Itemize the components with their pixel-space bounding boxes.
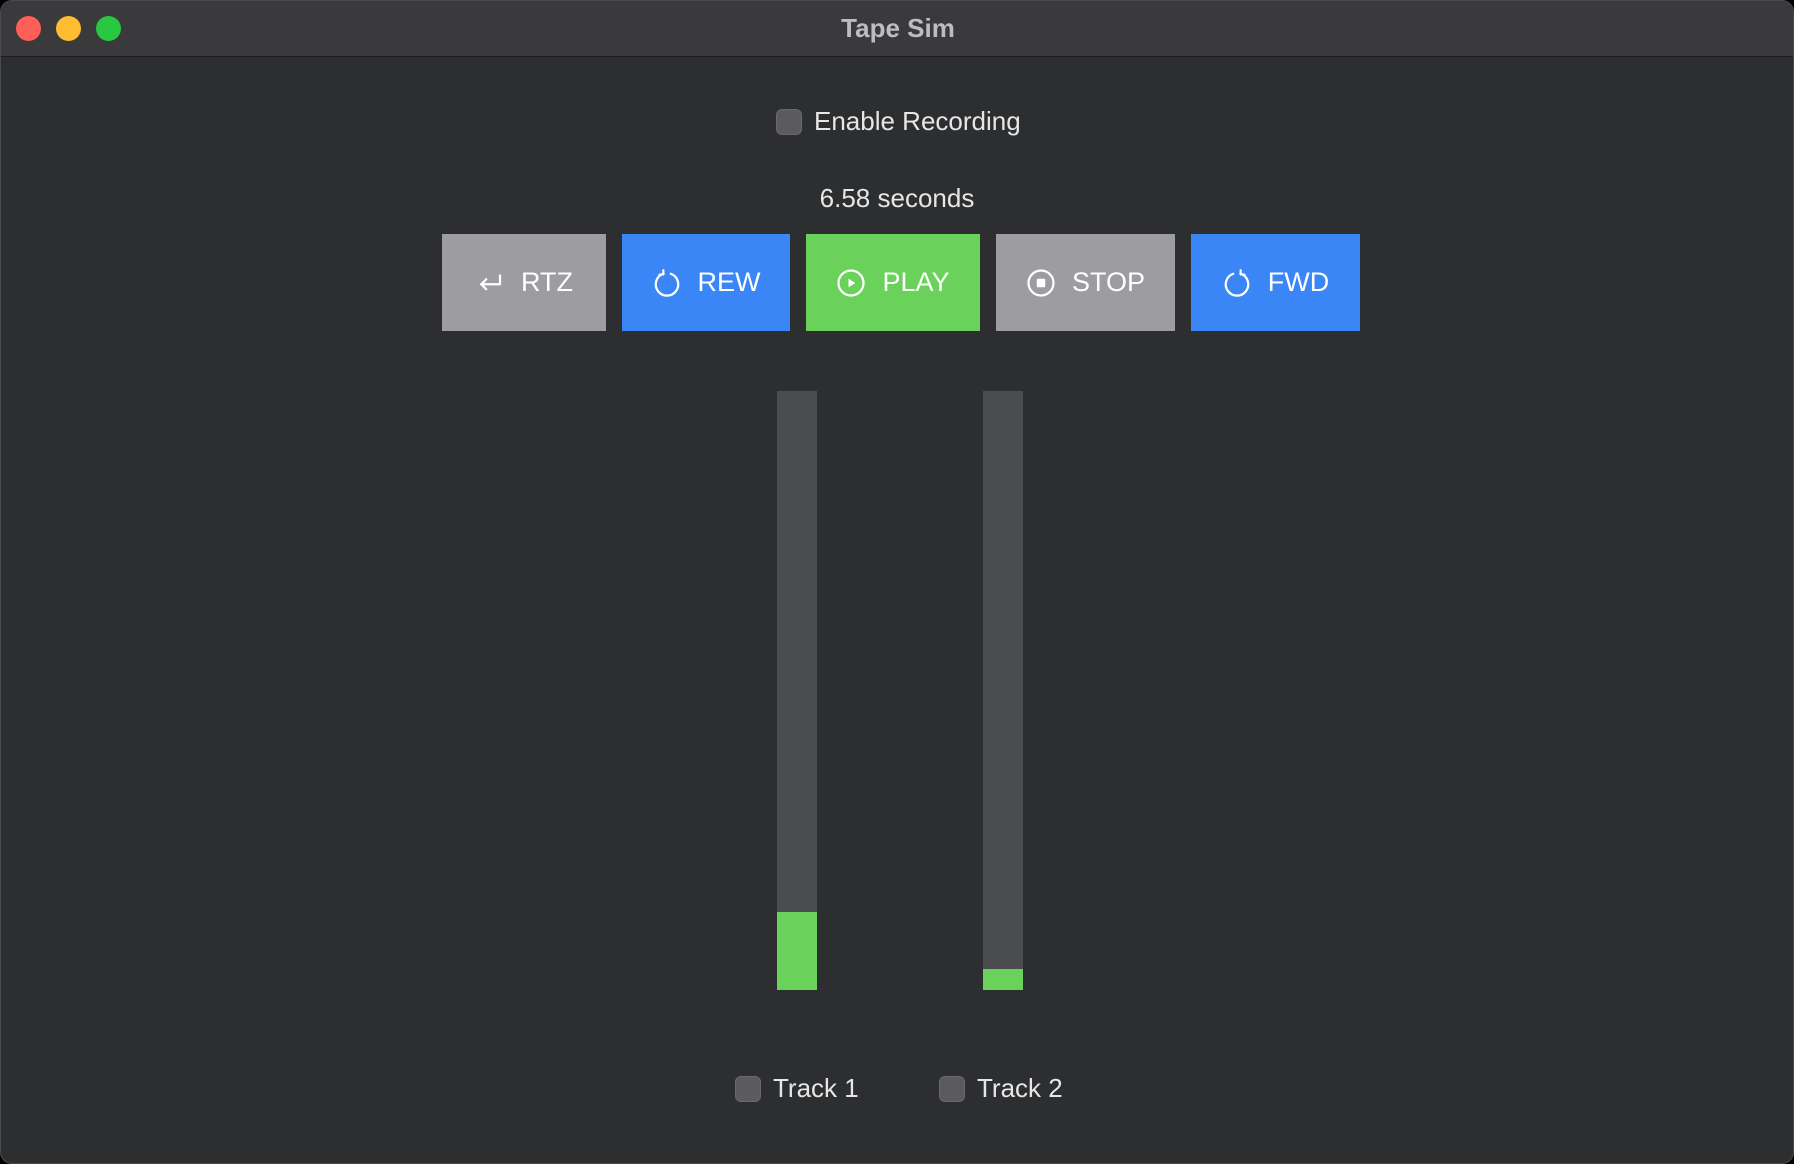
fwd-label: FWD (1267, 267, 1330, 297)
rtz-button[interactable]: RTZ (442, 234, 606, 331)
enable-recording-checkbox[interactable]: Enable Recording (776, 106, 1021, 137)
play-label: PLAY (882, 267, 950, 297)
fwd-button[interactable]: FWD (1191, 234, 1360, 331)
return-icon (480, 273, 502, 290)
track-1-checkbox[interactable]: Track 1 (735, 1073, 859, 1104)
track-2-level-fill (983, 969, 1023, 990)
track-2-checkbox[interactable]: Track 2 (939, 1073, 1063, 1104)
play-circle-icon (837, 268, 866, 297)
play-button[interactable]: PLAY (806, 234, 980, 331)
track-1-checkbox-box[interactable] (735, 1075, 761, 1102)
enable-recording-checkbox-box[interactable] (776, 108, 802, 135)
track-1-level-meter (777, 391, 817, 990)
track-1-label: Track 1 (773, 1073, 859, 1103)
position-readout: 6.58 seconds (819, 183, 975, 213)
stop-label: STOP (1071, 267, 1146, 297)
stop-circle-icon (1027, 268, 1055, 297)
rew-label: REW (697, 267, 761, 297)
refresh-ccw-icon (654, 268, 679, 297)
title-bar: Tape Sim (1, 1, 1793, 57)
window-title: Tape Sim (841, 13, 955, 43)
track-2-label: Track 2 (977, 1073, 1063, 1103)
track-2-checkbox-box[interactable] (939, 1075, 965, 1102)
refresh-cw-icon (1224, 268, 1250, 297)
track-1-level-fill (777, 912, 817, 990)
rew-button[interactable]: REW (622, 234, 790, 331)
stop-button[interactable]: STOP (996, 234, 1175, 331)
app-window: Tape Sim Enable Recording 6.58 seconds R… (0, 0, 1794, 1164)
rtz-label: RTZ (521, 267, 573, 297)
enable-recording-label: Enable Recording (814, 106, 1021, 136)
track-2-level-meter (983, 391, 1023, 990)
